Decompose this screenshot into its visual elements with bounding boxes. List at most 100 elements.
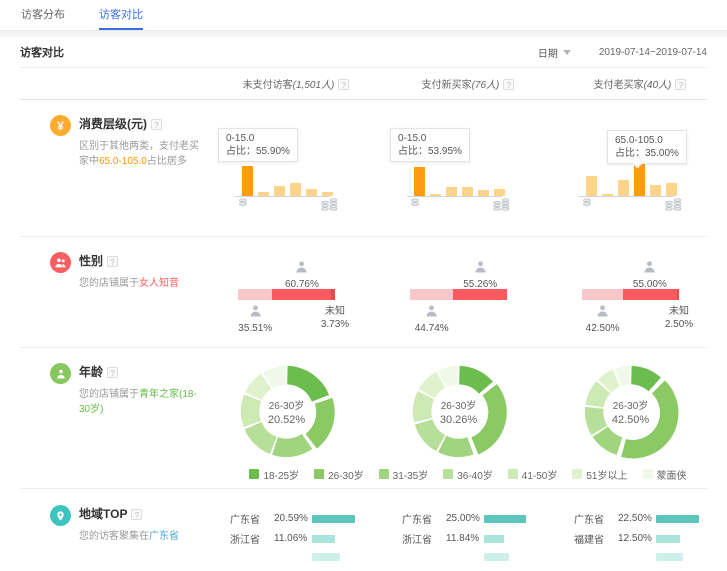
- consumption-bar[interactable]: [446, 187, 457, 196]
- female-segment[interactable]: [272, 289, 331, 300]
- region-bar[interactable]: [656, 515, 699, 523]
- region-bar[interactable]: [656, 553, 683, 561]
- consumption-bar[interactable]: [258, 192, 269, 196]
- male-segment[interactable]: [238, 289, 272, 300]
- female-segment[interactable]: [453, 289, 507, 300]
- consumption-bar[interactable]: [322, 192, 333, 196]
- age-segment[interactable]: [631, 366, 661, 391]
- consumption-bar[interactable]: [666, 183, 677, 196]
- consumption-bar[interactable]: [650, 185, 661, 196]
- legend-item[interactable]: 31-35岁: [379, 467, 429, 482]
- region-bar[interactable]: [484, 535, 504, 543]
- legend-item[interactable]: 41-50岁: [508, 467, 558, 482]
- region-pct: 20.59%: [274, 513, 312, 524]
- help-icon[interactable]: [338, 79, 349, 90]
- help-icon[interactable]: [675, 79, 686, 90]
- region-row: 广东省22.50%: [574, 511, 726, 523]
- region-bar[interactable]: [484, 553, 509, 561]
- legend-item[interactable]: 18-25岁: [249, 467, 299, 482]
- gender-bar[interactable]: [410, 289, 507, 300]
- column-name: 支付新买家: [422, 80, 472, 91]
- age-segment[interactable]: [241, 394, 261, 427]
- help-icon[interactable]: [131, 509, 142, 520]
- gender-chart-new-buyers: 55.26% 44.74% 未知: [382, 237, 554, 347]
- consumption-bar[interactable]: [618, 180, 629, 196]
- unknown-segment[interactable]: [677, 289, 679, 300]
- gender-chart-unpaid: 60.76% 35.51% 未知3.73%: [210, 237, 382, 347]
- consumption-bar[interactable]: [634, 163, 645, 196]
- legend-item[interactable]: 36-40岁: [443, 467, 493, 482]
- consumption-bar[interactable]: [274, 186, 285, 196]
- age-segment[interactable]: [272, 434, 312, 457]
- coins-small-icon: [410, 198, 420, 210]
- date-filter-dropdown[interactable]: 日期: [538, 45, 571, 60]
- age-segment[interactable]: [459, 366, 493, 394]
- help-icon[interactable]: [503, 79, 514, 90]
- legend-item[interactable]: 蒙面侠: [643, 467, 687, 482]
- age-segment[interactable]: [438, 436, 473, 457]
- age-donut[interactable]: 26-30岁30.26%: [410, 363, 507, 460]
- region-name: 浙江省: [230, 531, 274, 546]
- region-bar[interactable]: [312, 515, 355, 523]
- people-icon: [50, 252, 71, 273]
- age-desc: 您的店铺属于青年之家(18-30岁): [79, 387, 207, 417]
- age-donut[interactable]: 26-30岁42.50%: [582, 363, 679, 460]
- consumption-bar[interactable]: [430, 194, 441, 196]
- chart-tooltip: 0-15.0 占比：53.95%: [390, 128, 470, 162]
- region-bar[interactable]: [312, 553, 340, 561]
- region-bar[interactable]: [656, 535, 680, 543]
- consumption-bar[interactable]: [414, 167, 425, 196]
- age-segment[interactable]: [621, 380, 678, 458]
- consumption-bar[interactable]: [602, 194, 613, 196]
- consumption-bar[interactable]: [494, 189, 505, 196]
- person-icon: [633, 261, 667, 277]
- legend-label: 31-35岁: [393, 467, 429, 482]
- gender-title: 性别: [79, 254, 103, 268]
- column-count: (1,501人): [293, 80, 335, 91]
- desc-text: 您的店铺属于: [79, 278, 139, 289]
- help-icon[interactable]: [107, 367, 118, 378]
- age-segment[interactable]: [245, 422, 277, 454]
- age-segment[interactable]: [471, 384, 506, 454]
- help-icon[interactable]: [107, 256, 118, 267]
- consumption-bar[interactable]: [586, 176, 597, 196]
- consumption-bar[interactable]: [242, 166, 253, 196]
- tab-visitor-compare[interactable]: 访客对比: [99, 0, 143, 30]
- male-pct: 44.74%: [415, 322, 449, 335]
- gender-bar[interactable]: [238, 289, 335, 300]
- male-segment[interactable]: [410, 289, 453, 300]
- consumption-bar[interactable]: [290, 183, 301, 196]
- gender-bar[interactable]: [582, 289, 679, 300]
- chart-tooltip: 0-15.0 占比：55.90%: [218, 128, 298, 162]
- tooltip-label: 65.0-105.0: [615, 134, 679, 147]
- consumption-title: 消费层级(元): [79, 117, 147, 131]
- legend-swatch: [508, 469, 518, 479]
- age-segment[interactable]: [415, 419, 445, 451]
- legend-item[interactable]: 51岁以上: [572, 467, 627, 482]
- consumption-label: 消费层级(元) 区别于其他两类，支付老买家中65.0-105.0占比居多: [20, 100, 210, 236]
- region-bar[interactable]: [312, 535, 335, 543]
- male-segment[interactable]: [582, 289, 623, 300]
- region-name: 广东省: [230, 511, 274, 526]
- female-segment[interactable]: [623, 289, 676, 300]
- legend-item[interactable]: 26-30岁: [314, 467, 364, 482]
- male-stat: 44.74%: [415, 305, 449, 335]
- x-axis: [235, 196, 330, 197]
- tab-visitor-distribution[interactable]: 访客分布: [21, 0, 65, 30]
- age-segment[interactable]: [287, 366, 329, 402]
- age-donut[interactable]: 26-30岁20.52%: [238, 363, 335, 460]
- consumption-bar[interactable]: [462, 187, 473, 196]
- consumption-bar[interactable]: [478, 190, 489, 196]
- region-pct: 22.50%: [618, 513, 656, 524]
- region-row: 福建省12.50%: [574, 531, 726, 543]
- desc-highlight: 广东省: [149, 531, 179, 542]
- age-segment[interactable]: [306, 398, 335, 449]
- help-icon[interactable]: [151, 119, 162, 130]
- consumption-bar[interactable]: [306, 189, 317, 196]
- coins-small-icon: [582, 198, 592, 210]
- unknown-segment[interactable]: [331, 289, 335, 300]
- legend-swatch: [314, 469, 324, 479]
- age-chart-repeat-buyers: 26-30岁42.50%: [554, 348, 726, 461]
- date-filter-label: 日期: [538, 45, 558, 60]
- region-bar[interactable]: [484, 515, 526, 523]
